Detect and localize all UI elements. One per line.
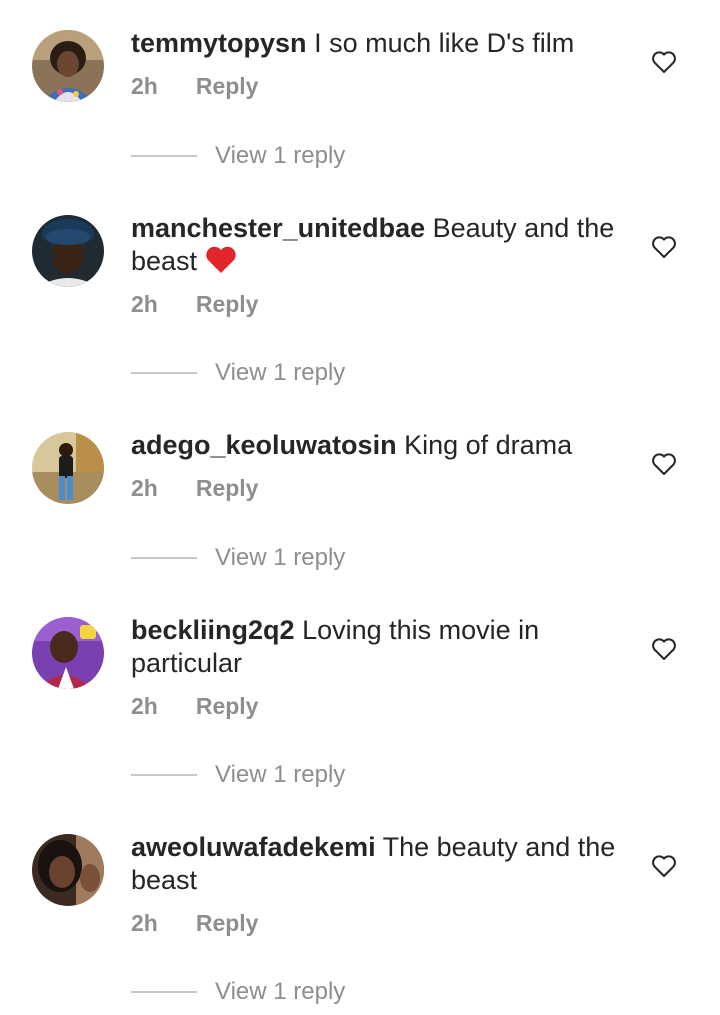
comment-text: manchester_unitedbae Beauty and the beas… [131,212,631,278]
comment-meta: 2h Reply [131,475,258,502]
reply-button[interactable]: Reply [196,693,259,720]
comment-text: aweoluwafadekemi The beauty and the beas… [131,831,631,897]
divider-line [131,372,197,374]
comment-meta: 2h Reply [131,693,258,720]
avatar[interactable] [32,215,104,287]
red-heart-emoji [205,246,237,274]
comment-text: beckliing2q2 Loving this movie in partic… [131,614,631,680]
divider-line [131,155,197,157]
view-replies-label: View 1 reply [215,761,346,788]
heart-outline-icon[interactable] [651,452,677,476]
heart-outline-icon[interactable] [651,637,677,661]
comment-text: adego_keoluwatosin King of drama [131,429,631,462]
view-replies-button[interactable]: View 1 reply [131,978,345,1006]
view-replies-button[interactable]: View 1 reply [131,761,345,789]
comment-timestamp: 2h [131,291,158,317]
view-replies-label: View 1 reply [215,978,346,1005]
view-replies-button[interactable]: View 1 reply [131,544,345,572]
divider-line [131,774,197,776]
comment-timestamp: 2h [131,73,158,99]
comment-username[interactable]: manchester_unitedbae [131,213,425,243]
avatar[interactable] [32,432,104,504]
comment-timestamp: 2h [131,475,158,501]
comment-body: I so much like D's film [314,28,575,58]
comment-text: temmytopysn I so much like D's film [131,27,631,60]
comment-timestamp: 2h [131,910,158,936]
comment-username[interactable]: adego_keoluwatosin [131,430,397,460]
heart-outline-icon[interactable] [651,50,677,74]
comment-body: King of drama [404,430,573,460]
reply-button[interactable]: Reply [196,475,259,502]
view-replies-button[interactable]: View 1 reply [131,142,345,170]
heart-outline-icon[interactable] [651,854,677,878]
reply-button[interactable]: Reply [196,291,259,318]
comment-username[interactable]: beckliing2q2 [131,615,295,645]
comment-meta: 2h Reply [131,910,258,937]
divider-line [131,557,197,559]
divider-line [131,991,197,993]
avatar[interactable] [32,617,104,689]
heart-outline-icon[interactable] [651,235,677,259]
reply-button[interactable]: Reply [196,73,259,100]
comment-timestamp: 2h [131,693,158,719]
view-replies-button[interactable]: View 1 reply [131,359,345,387]
view-replies-label: View 1 reply [215,359,346,386]
view-replies-label: View 1 reply [215,142,346,169]
comment-meta: 2h Reply [131,291,258,318]
comment-username[interactable]: temmytopysn [131,28,307,58]
avatar[interactable] [32,834,104,906]
avatar[interactable] [32,30,104,102]
reply-button[interactable]: Reply [196,910,259,937]
comment-username[interactable]: aweoluwafadekemi [131,832,376,862]
comment-meta: 2h Reply [131,73,258,100]
view-replies-label: View 1 reply [215,544,346,571]
